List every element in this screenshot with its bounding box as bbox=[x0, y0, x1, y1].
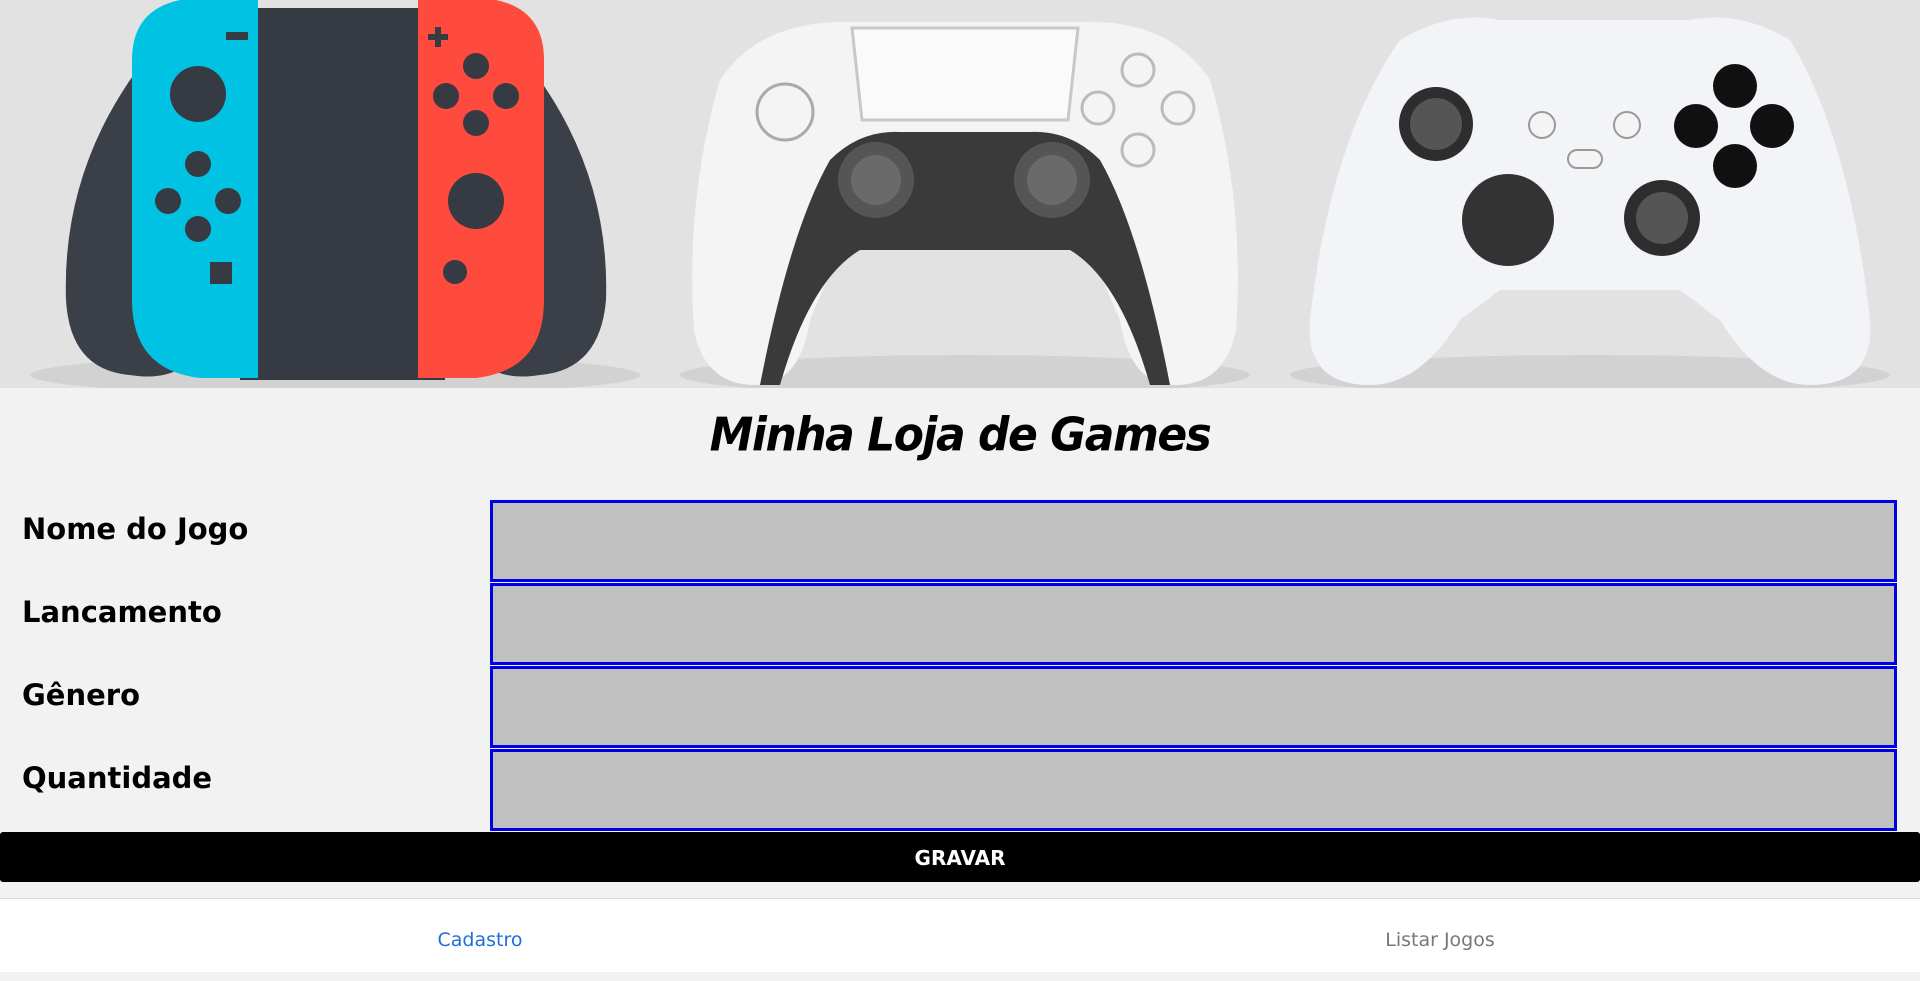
bottom-tab-bar: Cadastro Listar Jogos bbox=[0, 898, 1920, 972]
form-row-quantidade: Quantidade bbox=[0, 749, 1920, 831]
nome-do-jogo-label: Nome do Jogo bbox=[22, 512, 249, 546]
header-banner bbox=[0, 0, 1920, 388]
form-row-genero: Gênero bbox=[0, 666, 1920, 748]
gravar-button[interactable]: GRAVAR bbox=[0, 832, 1920, 882]
genero-input[interactable] bbox=[490, 666, 1897, 748]
switch-controller-image bbox=[30, 0, 640, 388]
page-title: Minha Loja de Games bbox=[709, 408, 1212, 463]
lancamento-label: Lancamento bbox=[22, 595, 222, 629]
controllers-banner-image bbox=[30, 0, 1890, 388]
quantidade-input[interactable] bbox=[490, 749, 1897, 831]
form-row-nome-do-jogo: Nome do Jogo bbox=[0, 500, 1920, 582]
tab-listar-jogos[interactable]: Listar Jogos bbox=[960, 899, 1920, 973]
nome-do-jogo-input[interactable] bbox=[490, 500, 1897, 582]
form-row-lancamento: Lancamento bbox=[0, 583, 1920, 665]
genero-label: Gênero bbox=[22, 678, 141, 712]
dualsense-controller-image bbox=[680, 21, 1250, 388]
tab-cadastro[interactable]: Cadastro bbox=[0, 899, 960, 973]
quantidade-label: Quantidade bbox=[22, 761, 213, 795]
xbox-controller-image bbox=[1290, 17, 1890, 388]
lancamento-input[interactable] bbox=[490, 583, 1897, 665]
